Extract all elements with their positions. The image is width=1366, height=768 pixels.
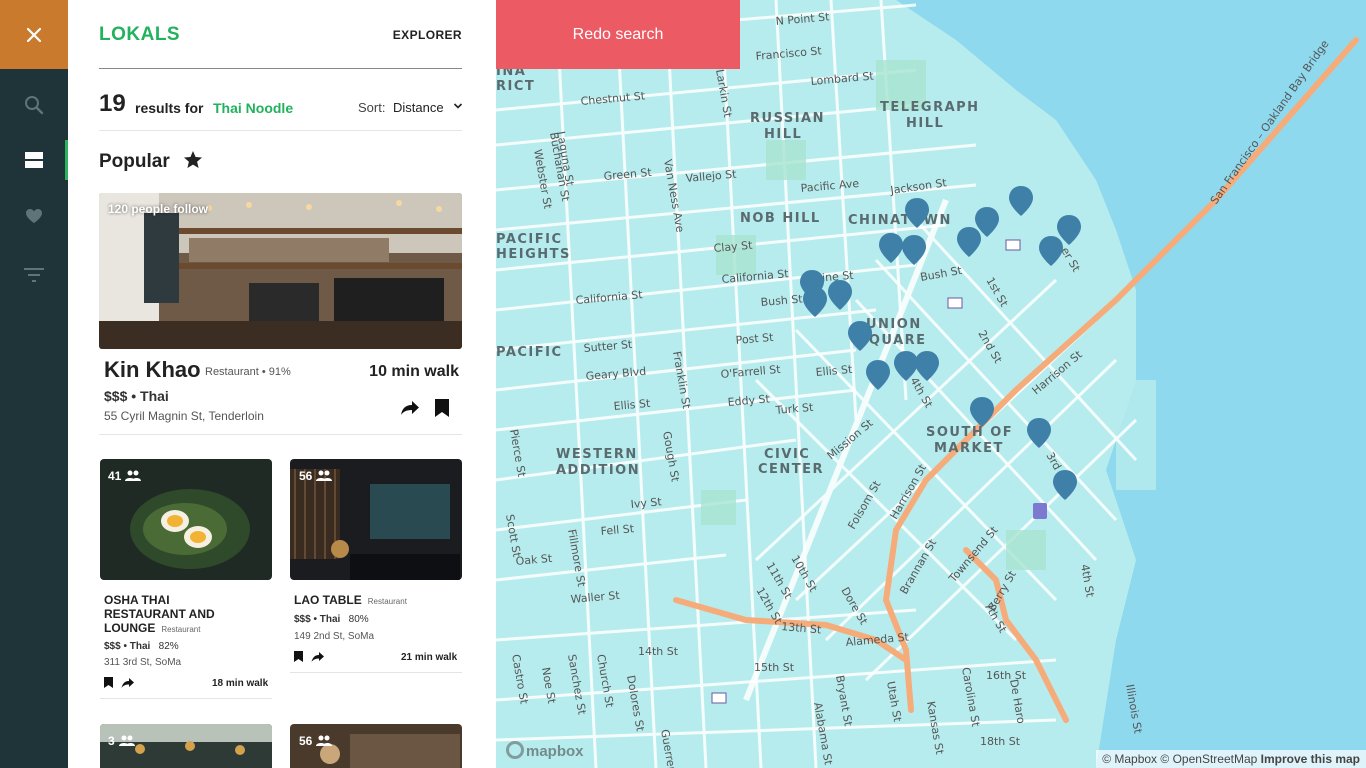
card-price-cuisine: $$$ • Thai (294, 614, 341, 625)
divider (100, 698, 272, 699)
divider (99, 434, 462, 435)
divider (290, 672, 462, 673)
map-marker[interactable] (1027, 418, 1051, 448)
star-icon (184, 151, 202, 168)
card-price-cuisine: $$$ • Thai (104, 641, 151, 652)
card-followers: 56 (299, 734, 333, 748)
map-marker[interactable] (905, 198, 929, 228)
card-walk-time: 21 min walk (401, 652, 458, 663)
bookmark-icon[interactable] (294, 651, 303, 662)
people-icon (125, 470, 142, 481)
map-attribution: © Mapbox © OpenStreetMap Improve this ma… (1096, 750, 1366, 768)
rail-search-button[interactable] (0, 85, 68, 125)
map-marker[interactable] (1009, 186, 1033, 216)
card-type: Restaurant (161, 625, 201, 634)
featured-address: 55 Cyril Magnin St, Tenderloin (104, 409, 264, 423)
divider (99, 130, 462, 131)
card-price: $$$ • Thai 80% (294, 614, 369, 625)
map-marker[interactable] (970, 397, 994, 427)
people-icon (316, 470, 333, 481)
redo-search-button[interactable]: Redo search (496, 0, 740, 69)
card-follower-count: 41 (108, 469, 122, 483)
map-markers[interactable] (496, 0, 1366, 768)
card-name-line: LOUNGE (104, 621, 156, 635)
card-name[interactable]: OSHA THAI RESTAURANT AND LOUNGE Restauran… (104, 593, 215, 637)
card-address: 149 2nd St, SoMa (294, 631, 375, 642)
card-name-line: OSHA THAI (104, 593, 170, 607)
chevron-down-icon[interactable] (453, 101, 463, 111)
card-price: $$$ • Thai 82% (104, 641, 179, 652)
search-query: Thai Noodle (213, 100, 294, 116)
map-marker[interactable] (902, 235, 926, 265)
card-follower-count: 56 (299, 469, 313, 483)
featured-name[interactable]: Kin Khao (104, 357, 201, 383)
map-marker[interactable] (866, 360, 890, 390)
heart-icon (26, 209, 42, 223)
mapbox-attribution-link[interactable]: © Mapbox (1102, 752, 1157, 766)
people-icon (118, 735, 135, 746)
card-followers: 3 (108, 734, 135, 748)
search-icon (25, 96, 44, 115)
card-rating: 82% (158, 641, 179, 652)
featured-image[interactable] (99, 193, 462, 349)
sidebar-rail (0, 0, 68, 768)
results-count: 19 (99, 90, 126, 117)
map-marker[interactable] (879, 233, 903, 263)
map-marker[interactable] (1053, 470, 1077, 500)
mapbox-logo: mapbox (506, 741, 584, 760)
map-marker[interactable] (828, 280, 852, 310)
featured-walk-time: 10 min walk (369, 363, 459, 380)
share-icon[interactable] (121, 678, 134, 688)
sort-dropdown[interactable]: Distance (393, 100, 444, 115)
map-marker[interactable] (1039, 236, 1063, 266)
rail-favorites-button[interactable] (0, 196, 68, 236)
card-rating: 80% (348, 614, 369, 625)
map-marker[interactable] (803, 287, 827, 317)
card-followers: 41 (108, 469, 142, 483)
sort-label: Sort: (358, 100, 386, 115)
close-icon (26, 27, 42, 42)
card-followers: 56 (299, 469, 333, 483)
list-view-icon (25, 152, 43, 168)
mapbox-logo-text: mapbox (526, 743, 584, 760)
filter-icon (24, 268, 44, 282)
improve-map-link[interactable]: Improve this map (1261, 752, 1360, 766)
share-icon[interactable] (311, 652, 324, 662)
rail-list-button[interactable] (0, 140, 68, 180)
close-button[interactable] (0, 0, 68, 69)
mapbox-logo-icon (506, 741, 524, 759)
featured-followers: 120 people follow (108, 202, 209, 216)
map[interactable]: N Point St Francisco St Lombard St Chest… (496, 0, 1366, 768)
results-for-label: results for (135, 100, 204, 116)
card-follower-count: 56 (299, 734, 313, 748)
card-name-line: LAO TABLE (294, 593, 362, 607)
card-walk-time: 18 min walk (212, 678, 269, 689)
app-logo[interactable]: LOKALS (99, 24, 180, 46)
cafe-photo (99, 193, 462, 349)
map-marker[interactable] (894, 351, 918, 381)
section-title-popular: Popular (99, 151, 170, 172)
bookmark-icon[interactable] (435, 399, 449, 417)
card-address: 311 3rd St, SoMa (104, 657, 182, 668)
explorer-link[interactable]: EXPLORER (393, 28, 462, 42)
share-icon[interactable] (400, 400, 420, 416)
map-marker[interactable] (957, 227, 981, 257)
map-marker[interactable] (915, 351, 939, 381)
card-type: Restaurant (367, 597, 407, 606)
card-follower-count: 3 (108, 734, 115, 748)
card-name[interactable]: LAO TABLE Restaurant (294, 593, 407, 609)
featured-meta: Restaurant • 91% (205, 366, 291, 378)
featured-price-cuisine: $$$ • Thai (104, 388, 169, 404)
rail-filter-button[interactable] (0, 255, 68, 295)
results-panel: LOKALS EXPLORER 19 results for Thai Nood… (68, 0, 496, 768)
divider (99, 68, 462, 69)
osm-attribution-link[interactable]: © OpenStreetMap (1160, 752, 1257, 766)
card-name-line: RESTAURANT AND (104, 607, 215, 621)
people-icon (316, 735, 333, 746)
bookmark-icon[interactable] (104, 677, 113, 688)
map-marker[interactable] (848, 321, 872, 351)
